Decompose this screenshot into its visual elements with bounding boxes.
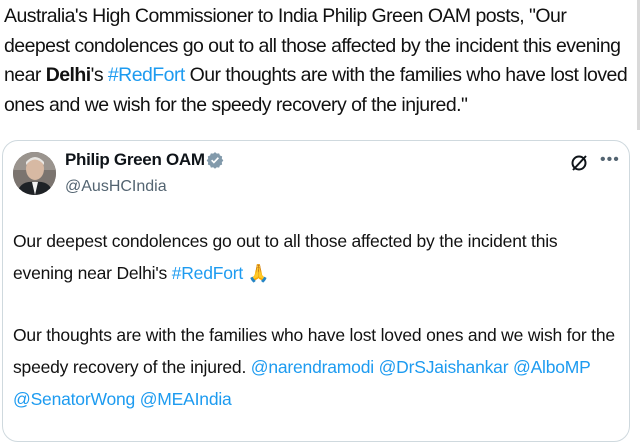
hashtag-link[interactable]: #RedFort [172, 263, 244, 283]
author-name[interactable]: Philip Green OAM [65, 150, 205, 170]
avatar-image [13, 152, 56, 195]
mention-link[interactable]: @SenatorWong [13, 389, 135, 409]
grok-icon[interactable] [569, 153, 589, 173]
mention-link[interactable]: @MEAIndia [140, 389, 232, 409]
avatar[interactable] [13, 152, 56, 195]
mention-link[interactable]: @AlboMP [513, 357, 591, 377]
caption-hashtag[interactable]: #RedFort [108, 64, 185, 86]
more-dots-icon[interactable]: ••• [600, 151, 619, 171]
tweet-paragraph-2: Our thoughts are with the families who h… [13, 319, 619, 415]
tweet-paragraph-1: Our deepest condolences go out to all th… [13, 225, 619, 289]
tweet-text-1: Our deepest condolences go out to all th… [13, 231, 558, 283]
mention-link[interactable]: @DrSJaishankar [379, 357, 509, 377]
caption-bold-text: Delhi [45, 64, 91, 86]
news-caption: Australia's High Commissioner to India P… [4, 2, 632, 120]
tweet-text: Our deepest condolences go out to all th… [13, 225, 619, 415]
author-handle[interactable]: @AusHCIndia [65, 178, 167, 196]
folded-hands-emoji: 🙏 [247, 263, 270, 283]
embedded-tweet-card[interactable]: Philip Green OAM @AusHCIndia ••• Our dee… [2, 140, 630, 442]
caption-text-2: 's [90, 64, 108, 86]
mention-link[interactable]: @narendramodi [251, 357, 374, 377]
verified-badge-icon [206, 152, 224, 169]
